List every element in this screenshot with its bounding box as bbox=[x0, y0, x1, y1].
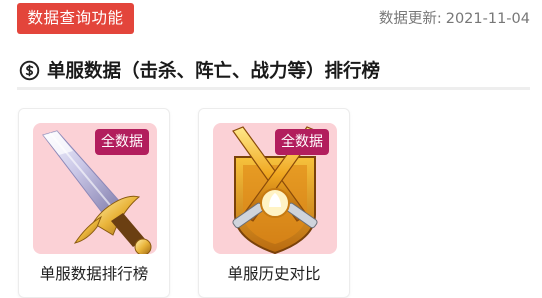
update-date: 2021-11-04 bbox=[445, 11, 530, 27]
card-label: 单服历史对比 bbox=[227, 265, 321, 283]
card-thumbnail: 全数据 bbox=[213, 123, 337, 254]
card-label: 单服数据排行榜 bbox=[39, 265, 149, 283]
data-query-button[interactable]: 数据查询功能 bbox=[17, 3, 134, 34]
card-server-ranking[interactable]: 全数据 单服数据排行榜 bbox=[18, 108, 170, 298]
dollar-circle-icon bbox=[19, 60, 40, 81]
section-title: 单服数据（击杀、阵亡、战力等）排行榜 bbox=[47, 61, 381, 82]
all-data-badge: 全数据 bbox=[95, 129, 149, 155]
top-bar: 数据查询功能 数据更新: 2021-11-04 bbox=[0, 0, 542, 36]
all-data-badge: 全数据 bbox=[275, 129, 329, 155]
card-history-compare[interactable]: 全数据 单服历史对比 bbox=[198, 108, 350, 298]
update-info: 数据更新: 2021-11-04 bbox=[379, 7, 530, 28]
section-header: 单服数据（击杀、阵亡、战力等）排行榜 bbox=[17, 56, 530, 90]
card-thumbnail: 全数据 bbox=[33, 123, 157, 254]
update-label: 数据更新: bbox=[378, 11, 442, 27]
